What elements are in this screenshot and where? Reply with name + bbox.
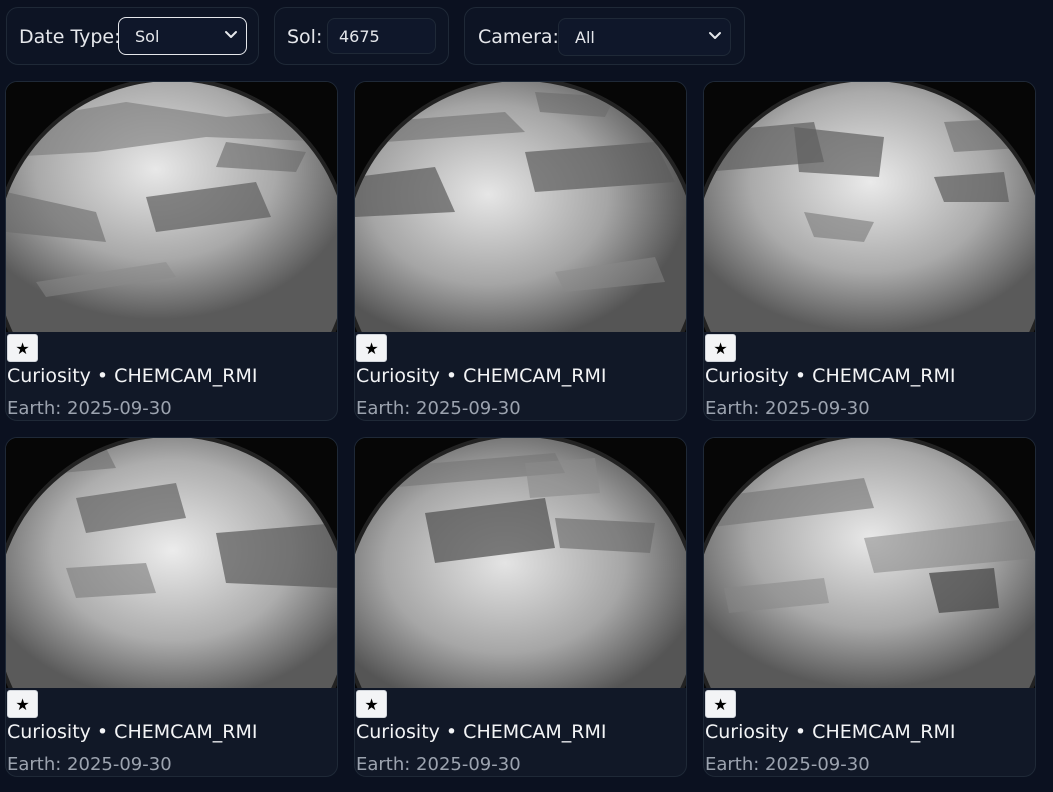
photo-card: ★ Curiosity • CHEMCAM_RMI Earth: 2025-09… (354, 437, 687, 777)
photo-card: ★ Curiosity • CHEMCAM_RMI Earth: 2025-09… (5, 81, 338, 421)
photo-date: Earth: 2025-09-30 (705, 398, 870, 419)
favorite-button[interactable]: ★ (705, 334, 736, 362)
photo-title: Curiosity • CHEMCAM_RMI (7, 365, 258, 387)
mars-photo[interactable] (704, 438, 1035, 688)
camera-label: Camera: (478, 26, 559, 48)
photo-card: ★ Curiosity • CHEMCAM_RMI Earth: 2025-09… (354, 81, 687, 421)
chevron-down-icon (225, 31, 237, 38)
mars-photo[interactable] (6, 82, 337, 332)
photo-card: ★ Curiosity • CHEMCAM_RMI Earth: 2025-09… (5, 437, 338, 777)
photo-card: ★ Curiosity • CHEMCAM_RMI Earth: 2025-09… (703, 81, 1036, 421)
photo-card: ★ Curiosity • CHEMCAM_RMI Earth: 2025-09… (703, 437, 1036, 777)
sol-value: 4675 (339, 26, 380, 46)
camera-filter: Camera: All (464, 7, 745, 65)
photo-title: Curiosity • CHEMCAM_RMI (356, 365, 607, 387)
mars-photo-image (704, 82, 1035, 332)
mars-photo-image (6, 82, 337, 332)
date-type-label: Date Type: (19, 26, 121, 48)
sol-filter: Sol: 4675 (274, 7, 449, 65)
filter-bar: Date Type: Sol Sol: 4675 Camera: All (0, 0, 1053, 74)
camera-value: All (575, 27, 595, 47)
mars-photo[interactable] (355, 438, 686, 688)
mars-photo[interactable] (704, 82, 1035, 332)
photo-title: Curiosity • CHEMCAM_RMI (705, 365, 956, 387)
sol-input[interactable]: 4675 (327, 18, 436, 54)
mars-photo[interactable] (6, 438, 337, 688)
favorite-button[interactable]: ★ (356, 690, 387, 718)
photo-date: Earth: 2025-09-30 (705, 754, 870, 775)
mars-photo-image (355, 82, 686, 332)
photo-date: Earth: 2025-09-30 (356, 398, 521, 419)
favorite-button[interactable]: ★ (705, 690, 736, 718)
favorite-button[interactable]: ★ (356, 334, 387, 362)
photo-title: Curiosity • CHEMCAM_RMI (7, 721, 258, 743)
mars-photo[interactable] (355, 82, 686, 332)
date-type-value: Sol (135, 26, 160, 46)
mars-photo-image (6, 438, 337, 688)
favorite-button[interactable]: ★ (7, 334, 38, 362)
photo-date: Earth: 2025-09-30 (7, 754, 172, 775)
mars-photo-image (704, 438, 1035, 688)
photo-date: Earth: 2025-09-30 (356, 754, 521, 775)
favorite-button[interactable]: ★ (7, 690, 38, 718)
photo-title: Curiosity • CHEMCAM_RMI (705, 721, 956, 743)
camera-select[interactable]: All (558, 18, 731, 56)
chevron-down-icon (709, 32, 721, 39)
mars-photo-image (355, 438, 686, 688)
photo-title: Curiosity • CHEMCAM_RMI (356, 721, 607, 743)
photo-date: Earth: 2025-09-30 (7, 398, 172, 419)
date-type-filter: Date Type: Sol (6, 7, 259, 65)
sol-label: Sol: (287, 26, 323, 48)
date-type-select[interactable]: Sol (118, 17, 247, 55)
